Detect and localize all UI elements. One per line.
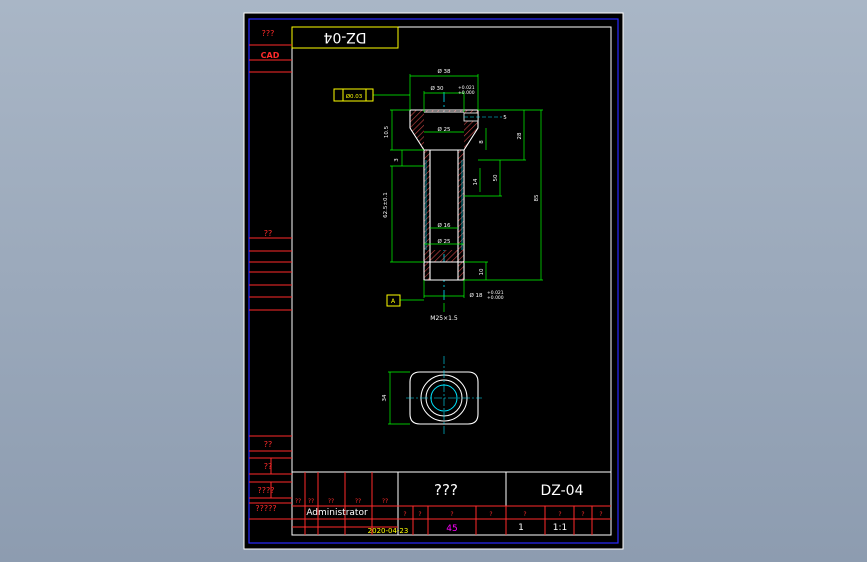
drawing-number: DZ-04 [541, 483, 584, 499]
dim-text: Ø 16 [437, 222, 451, 229]
title-rev-text: DZ-04 [323, 29, 366, 45]
dim-text: 50 [493, 174, 499, 181]
row-mark: ? [450, 511, 453, 518]
dim-text: Ø 25 [437, 238, 451, 245]
row-mark: ? [558, 511, 561, 518]
tip-bore [430, 262, 458, 280]
side-label-top: ??? [262, 29, 275, 38]
dim-text: 10.5 [384, 125, 390, 138]
end-view-dim-text: 34 [382, 394, 388, 401]
bore-tolerance: +0.021 +0.000 [458, 85, 475, 96]
dim-text: Ø 18 [469, 292, 483, 299]
dim-text: 14 [473, 178, 479, 185]
dim-text: Ø 38 [437, 68, 451, 75]
material: 45 [446, 524, 457, 534]
dim-text: 62.5±0.1 [383, 192, 389, 218]
drawing-sheet [243, 12, 624, 550]
row-mark: ? [418, 511, 421, 518]
header-mark: ?? [308, 498, 314, 505]
shaft-bore [430, 150, 458, 250]
header-mark: ?? [355, 498, 361, 505]
dim-text: 8 [479, 140, 485, 144]
dim-text: Ø 25 [437, 126, 451, 133]
dim-text: 10 [479, 268, 485, 275]
side-label-b4: ????? [255, 504, 276, 513]
tip-tolerance: +0.021 +0.000 [487, 290, 504, 301]
scale: 1:1 [553, 523, 567, 533]
cad-label: CAD [261, 51, 280, 60]
author-name: Administrator [306, 508, 368, 518]
dim-text: 5 [503, 115, 507, 121]
header-mark: ?? [382, 498, 388, 505]
side-label-b2: ?? [264, 462, 273, 471]
row-mark: ? [581, 511, 584, 518]
quantity: 1 [518, 523, 524, 533]
side-label-b3: ???? [258, 486, 275, 495]
side-label-mid: ?? [264, 229, 273, 238]
row-mark: ? [599, 511, 602, 518]
dim-text: 3 [394, 158, 400, 162]
dim-text: Ø 30 [430, 85, 444, 92]
side-label-b1: ?? [264, 440, 273, 449]
row-mark: ? [523, 511, 526, 518]
drawing-canvas: DZ-04 ??? CAD ?? ?? ?? ???? ????? ??? DZ… [243, 12, 624, 550]
tol-value: Ø0.03 [346, 93, 363, 100]
header-mark: ?? [328, 498, 334, 505]
row-mark: ? [403, 511, 406, 518]
thread-text: M25×1.5 [430, 315, 458, 322]
dim-text: 85 [534, 194, 540, 201]
part-name: ??? [434, 481, 458, 499]
header-mark: ?? [295, 498, 301, 505]
cad-viewer: DZ-04 ??? CAD ?? ?? ?? ???? ????? ??? DZ… [0, 0, 867, 562]
drawing-date: 2020-04-23 [368, 527, 409, 535]
row-mark: ? [489, 511, 492, 518]
dim-text: 28 [517, 132, 523, 139]
